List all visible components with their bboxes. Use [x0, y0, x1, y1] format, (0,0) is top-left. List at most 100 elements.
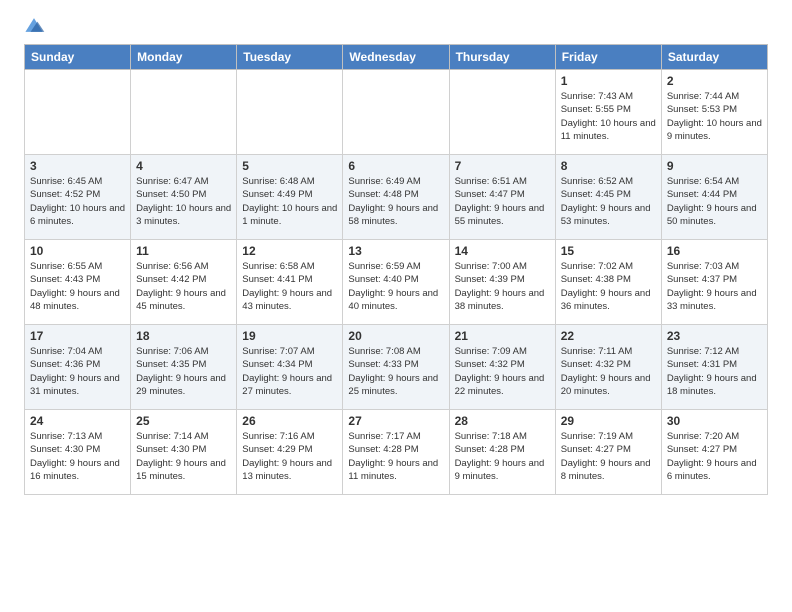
calendar-cell: 15 Sunrise: 7:02 AM Sunset: 4:38 PM Dayli…	[555, 240, 661, 325]
calendar-cell: 25 Sunrise: 7:14 AM Sunset: 4:30 PM Dayli…	[131, 410, 237, 495]
calendar-header: SundayMondayTuesdayWednesdayThursdayFrid…	[25, 45, 768, 70]
day-number: 17	[30, 329, 125, 343]
calendar-cell: 1Sunrise: 7:43 AM Sunset: 5:55 PM Daylig…	[555, 70, 661, 155]
calendar-cell: 17 Sunrise: 7:04 AM Sunset: 4:36 PM Dayli…	[25, 325, 131, 410]
calendar-cell: 28 Sunrise: 7:18 AM Sunset: 4:28 PM Dayli…	[449, 410, 555, 495]
day-number: 28	[455, 414, 550, 428]
calendar-cell: 29 Sunrise: 7:19 AM Sunset: 4:27 PM Dayli…	[555, 410, 661, 495]
calendar-cell: 20Sunrise: 7:08 AM Sunset: 4:33 PM Dayli…	[343, 325, 449, 410]
day-number: 11	[136, 244, 231, 258]
calendar-cell: 14 Sunrise: 7:00 AM Sunset: 4:39 PM Dayli…	[449, 240, 555, 325]
day-info: Sunrise: 7:20 AM Sunset: 4:27 PM Dayligh…	[667, 430, 762, 483]
header-day-friday: Friday	[555, 45, 661, 70]
calendar-cell: 24Sunrise: 7:13 AM Sunset: 4:30 PM Dayli…	[25, 410, 131, 495]
day-number: 29	[561, 414, 656, 428]
header-row: SundayMondayTuesdayWednesdayThursdayFrid…	[25, 45, 768, 70]
day-number: 6	[348, 159, 443, 173]
day-info: Sunrise: 6:58 AM Sunset: 4:41 PM Dayligh…	[242, 260, 337, 313]
day-info: Sunrise: 7:08 AM Sunset: 4:33 PM Dayligh…	[348, 345, 443, 398]
header-day-sunday: Sunday	[25, 45, 131, 70]
calendar-cell: 30 Sunrise: 7:20 AM Sunset: 4:27 PM Dayli…	[661, 410, 767, 495]
header-day-monday: Monday	[131, 45, 237, 70]
calendar-cell	[449, 70, 555, 155]
day-number: 16	[667, 244, 762, 258]
calendar-cell	[131, 70, 237, 155]
day-number: 9	[667, 159, 762, 173]
calendar-cell: 8 Sunrise: 6:52 AM Sunset: 4:45 PM Daylig…	[555, 155, 661, 240]
calendar-cell: 18 Sunrise: 7:06 AM Sunset: 4:35 PM Dayli…	[131, 325, 237, 410]
calendar-container: SundayMondayTuesdayWednesdayThursdayFrid…	[0, 44, 792, 507]
day-number: 21	[455, 329, 550, 343]
week-row-5: 24Sunrise: 7:13 AM Sunset: 4:30 PM Dayli…	[25, 410, 768, 495]
day-number: 7	[455, 159, 550, 173]
day-info: Sunrise: 6:55 AM Sunset: 4:43 PM Dayligh…	[30, 260, 125, 313]
calendar-cell: 22 Sunrise: 7:11 AM Sunset: 4:32 PM Dayli…	[555, 325, 661, 410]
day-number: 8	[561, 159, 656, 173]
day-info: Sunrise: 7:03 AM Sunset: 4:37 PM Dayligh…	[667, 260, 762, 313]
day-info: Sunrise: 7:06 AM Sunset: 4:35 PM Dayligh…	[136, 345, 231, 398]
calendar-cell: 26 Sunrise: 7:16 AM Sunset: 4:29 PM Dayli…	[237, 410, 343, 495]
day-number: 12	[242, 244, 337, 258]
day-info: Sunrise: 7:11 AM Sunset: 4:32 PM Dayligh…	[561, 345, 656, 398]
day-info: Sunrise: 7:44 AM Sunset: 5:53 PM Dayligh…	[667, 90, 762, 143]
day-number: 25	[136, 414, 231, 428]
day-info: Sunrise: 7:04 AM Sunset: 4:36 PM Dayligh…	[30, 345, 125, 398]
day-info: Sunrise: 6:45 AM Sunset: 4:52 PM Dayligh…	[30, 175, 125, 228]
calendar-cell: 6 Sunrise: 6:49 AM Sunset: 4:48 PM Daylig…	[343, 155, 449, 240]
day-number: 15	[561, 244, 656, 258]
calendar-cell: 19Sunrise: 7:07 AM Sunset: 4:34 PM Dayli…	[237, 325, 343, 410]
calendar-cell: 10 Sunrise: 6:55 AM Sunset: 4:43 PM Dayli…	[25, 240, 131, 325]
calendar-cell: 16 Sunrise: 7:03 AM Sunset: 4:37 PM Dayli…	[661, 240, 767, 325]
day-info: Sunrise: 7:14 AM Sunset: 4:30 PM Dayligh…	[136, 430, 231, 483]
day-info: Sunrise: 7:17 AM Sunset: 4:28 PM Dayligh…	[348, 430, 443, 483]
day-number: 1	[561, 74, 656, 88]
calendar-cell: 4 Sunrise: 6:47 AM Sunset: 4:50 PM Daylig…	[131, 155, 237, 240]
day-info: Sunrise: 6:49 AM Sunset: 4:48 PM Dayligh…	[348, 175, 443, 228]
day-number: 10	[30, 244, 125, 258]
day-info: Sunrise: 6:54 AM Sunset: 4:44 PM Dayligh…	[667, 175, 762, 228]
day-number: 4	[136, 159, 231, 173]
day-info: Sunrise: 6:56 AM Sunset: 4:42 PM Dayligh…	[136, 260, 231, 313]
day-info: Sunrise: 7:19 AM Sunset: 4:27 PM Dayligh…	[561, 430, 656, 483]
day-number: 5	[242, 159, 337, 173]
day-number: 2	[667, 74, 762, 88]
calendar-cell: 5 Sunrise: 6:48 AM Sunset: 4:49 PM Daylig…	[237, 155, 343, 240]
day-number: 22	[561, 329, 656, 343]
day-info: Sunrise: 6:52 AM Sunset: 4:45 PM Dayligh…	[561, 175, 656, 228]
calendar-cell: 13Sunrise: 6:59 AM Sunset: 4:40 PM Dayli…	[343, 240, 449, 325]
day-info: Sunrise: 7:00 AM Sunset: 4:39 PM Dayligh…	[455, 260, 550, 313]
day-info: Sunrise: 7:09 AM Sunset: 4:32 PM Dayligh…	[455, 345, 550, 398]
calendar-cell: 23 Sunrise: 7:12 AM Sunset: 4:31 PM Dayli…	[661, 325, 767, 410]
logo	[20, 16, 46, 34]
week-row-1: 1Sunrise: 7:43 AM Sunset: 5:55 PM Daylig…	[25, 70, 768, 155]
day-number: 24	[30, 414, 125, 428]
day-info: Sunrise: 7:02 AM Sunset: 4:38 PM Dayligh…	[561, 260, 656, 313]
header-day-tuesday: Tuesday	[237, 45, 343, 70]
day-info: Sunrise: 7:16 AM Sunset: 4:29 PM Dayligh…	[242, 430, 337, 483]
day-info: Sunrise: 6:48 AM Sunset: 4:49 PM Dayligh…	[242, 175, 337, 228]
day-info: Sunrise: 6:47 AM Sunset: 4:50 PM Dayligh…	[136, 175, 231, 228]
day-number: 26	[242, 414, 337, 428]
day-info: Sunrise: 6:51 AM Sunset: 4:47 PM Dayligh…	[455, 175, 550, 228]
day-info: Sunrise: 7:12 AM Sunset: 4:31 PM Dayligh…	[667, 345, 762, 398]
day-number: 14	[455, 244, 550, 258]
day-number: 30	[667, 414, 762, 428]
week-row-2: 3 Sunrise: 6:45 AM Sunset: 4:52 PM Daylig…	[25, 155, 768, 240]
calendar-cell	[343, 70, 449, 155]
calendar-cell: 27 Sunrise: 7:17 AM Sunset: 4:28 PM Dayli…	[343, 410, 449, 495]
day-number: 23	[667, 329, 762, 343]
calendar-cell	[25, 70, 131, 155]
calendar-cell: 12 Sunrise: 6:58 AM Sunset: 4:41 PM Dayli…	[237, 240, 343, 325]
day-number: 18	[136, 329, 231, 343]
day-number: 13	[348, 244, 443, 258]
day-number: 27	[348, 414, 443, 428]
day-number: 19	[242, 329, 337, 343]
calendar-cell: 9 Sunrise: 6:54 AM Sunset: 4:44 PM Daylig…	[661, 155, 767, 240]
page-header	[0, 0, 792, 44]
calendar-cell: 3 Sunrise: 6:45 AM Sunset: 4:52 PM Daylig…	[25, 155, 131, 240]
day-number: 3	[30, 159, 125, 173]
day-info: Sunrise: 7:18 AM Sunset: 4:28 PM Dayligh…	[455, 430, 550, 483]
calendar-table: SundayMondayTuesdayWednesdayThursdayFrid…	[24, 44, 768, 495]
calendar-cell: 2 Sunrise: 7:44 AM Sunset: 5:53 PM Daylig…	[661, 70, 767, 155]
logo-icon	[22, 16, 46, 34]
